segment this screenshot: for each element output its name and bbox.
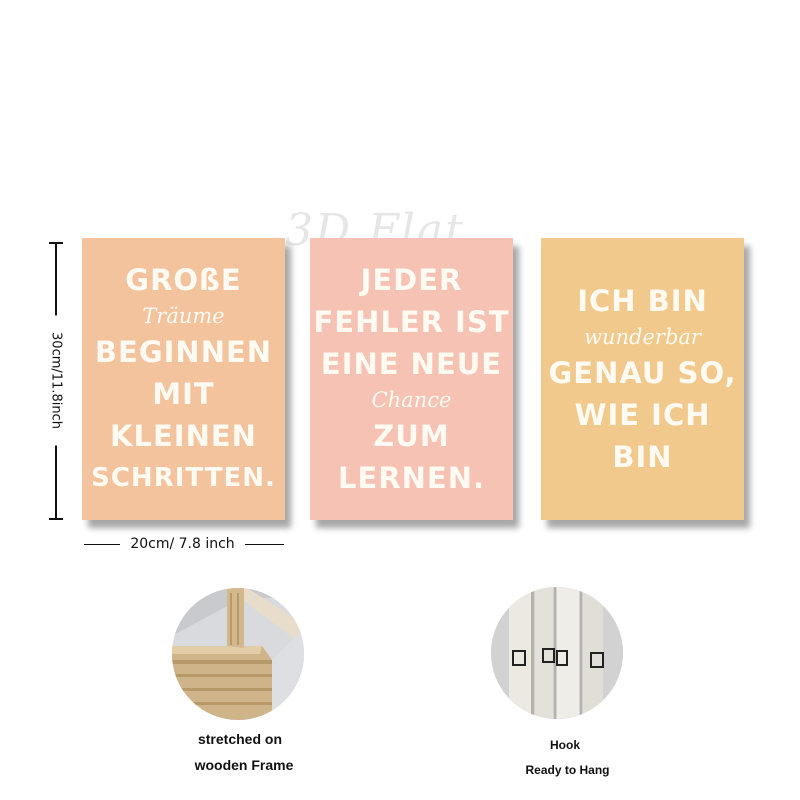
poster-1: GROßE Träume BEGINNEN MIT KLEINEN SCHRIT… — [82, 238, 285, 520]
frame-caption-line-2: wooden Frame — [194, 757, 294, 773]
poster-1-line-5: KLEINEN — [110, 419, 257, 453]
wooden-frame-illustration — [172, 588, 304, 720]
hook-detail-image — [491, 587, 623, 719]
poster-1-line-6: SCHRITTEN. — [91, 463, 276, 493]
poster-3-line-4: WIE ICH — [574, 398, 711, 432]
poster-2-line-2: FEHLER IST — [313, 305, 510, 339]
poster-2-line-5: ZUM — [373, 419, 450, 453]
wooden-frame-detail-image — [172, 588, 304, 720]
width-dimension-label: 20cm/ 7.8 inch — [120, 536, 245, 552]
poster-3: ICH BIN wunderbar GENAU SO, WIE ICH BIN — [541, 238, 744, 520]
poster-3-line-3: GENAU SO, — [548, 356, 737, 390]
poster-1-line-3: BEGINNEN — [94, 335, 273, 369]
poster-2-line-3: EINE NEUE — [320, 347, 503, 381]
poster-3-line-2: wunderbar — [584, 325, 701, 349]
poster-2-line-1: JEDER — [360, 263, 463, 297]
poster-3-line-5: BIN — [612, 440, 673, 474]
hook-caption-line-2: Ready to Hang — [525, 763, 610, 777]
poster-2: JEDER FEHLER IST EINE NEUE Chance ZUM LE… — [310, 238, 513, 520]
poster-2-line-4: Chance — [371, 388, 452, 412]
poster-1-line-1: GROßE — [125, 263, 242, 297]
poster-1-line-2: Träume — [142, 304, 225, 328]
poster-2-line-6: LERNEN. — [338, 461, 485, 495]
hook-illustration — [491, 587, 623, 719]
height-dimension-cap-top — [49, 242, 63, 244]
height-dimension-cap-bottom — [49, 518, 63, 520]
frame-caption-line-1: stretched on — [197, 731, 282, 747]
height-dimension-label: 30cm/11.8inch — [48, 315, 64, 446]
poster-3-line-1: ICH BIN — [577, 284, 708, 318]
poster-1-line-4: MIT — [152, 377, 215, 411]
hook-caption-line-1: Hook — [550, 738, 580, 752]
